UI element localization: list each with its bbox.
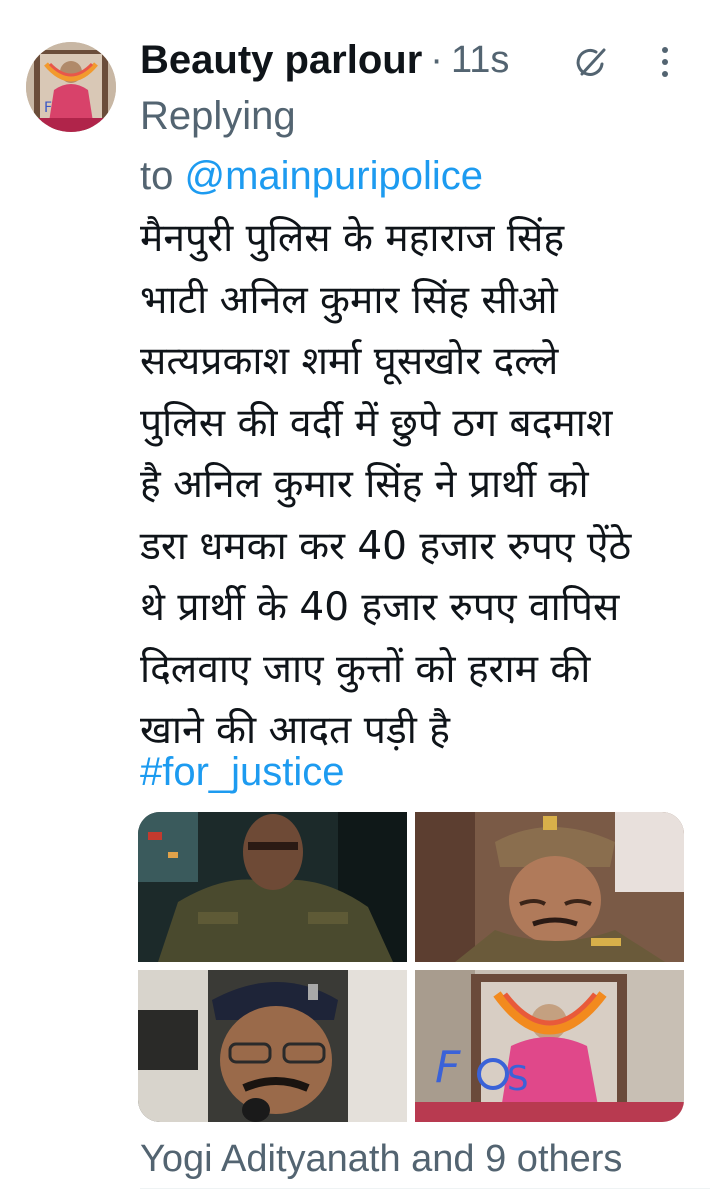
replying-to: to @mainpuripolice [140, 150, 483, 202]
media-photo-1[interactable] [138, 812, 407, 962]
svg-text:F: F [435, 1042, 461, 1093]
timestamp[interactable]: 11s [451, 39, 509, 82]
divider [140, 1188, 710, 1189]
separator-dot: · [430, 38, 443, 81]
replying-to-word: to [140, 154, 174, 198]
tweet-text-line: मैनपुरी पुलिस के महाराज सिंह [140, 216, 565, 261]
avatar[interactable]: F [26, 42, 116, 132]
reply-handle-link[interactable]: @mainpuripolice [184, 154, 483, 198]
tweet-text: मैनपुरी पुलिस के महाराज सिंह भाटी अनिल क… [140, 208, 700, 762]
media-photo-2[interactable] [415, 812, 684, 962]
tweet-text-line: थे प्रार्थी के 40 हजार रुपए वापिस [140, 585, 620, 630]
media-photo-4[interactable]: F S [415, 970, 684, 1122]
liked-by-text[interactable]: Yogi Adityanath and 9 others [140, 1134, 622, 1184]
tweet-text-line: पुलिस की वर्दी में छुपे ठग बदमाश [140, 400, 613, 446]
tweet-text-line: भाटी अनिल कुमार सिंह सीओ [140, 277, 558, 323]
tweet-text-line: है अनिल कुमार सिंह ने प्रार्थी को [140, 462, 589, 507]
tweet-text-line: सत्यप्रकाश शर्मा घूसखोर दल्ले [140, 339, 559, 384]
tweet-header: Beauty parlour · 11s [140, 30, 509, 90]
media-photo-3[interactable] [138, 970, 407, 1122]
hashtag-link[interactable]: #for_justice [140, 744, 345, 800]
author-name[interactable]: Beauty parlour [140, 38, 422, 83]
grok-icon[interactable] [574, 44, 610, 80]
tweet[interactable]: F Beauty parlour · 11s Replying to @main… [0, 0, 710, 1200]
svg-text:S: S [507, 1059, 529, 1099]
media-grid: F S [138, 812, 684, 1122]
more-vertical-icon[interactable] [650, 42, 680, 82]
tweet-text-line: डरा धमका कर 40 हजार रुपए ऐंठे [140, 523, 632, 569]
replying-label: Replying [140, 94, 296, 138]
svg-text:F: F [44, 100, 52, 116]
tweet-text-line: दिलवाए जाए कुत्तों को हराम की [140, 646, 591, 692]
